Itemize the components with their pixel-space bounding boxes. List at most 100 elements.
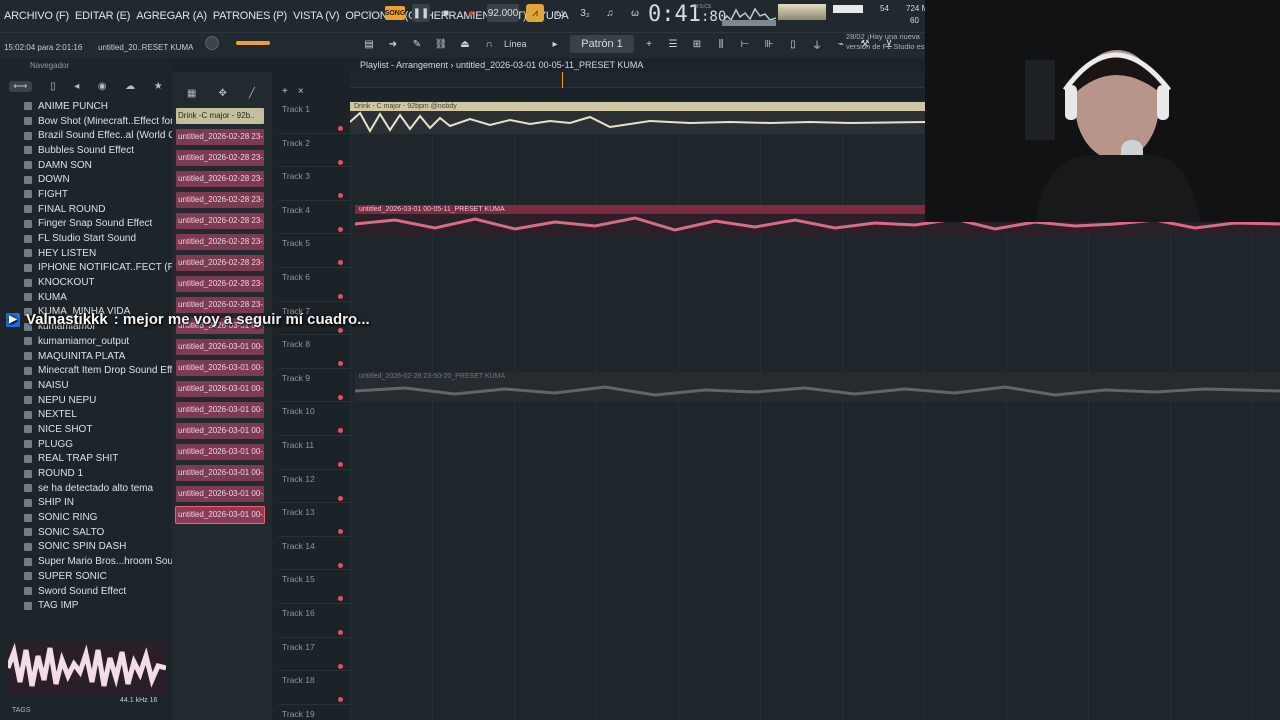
track-mute-led[interactable]	[338, 529, 343, 535]
metronome-icon[interactable]: ⩘	[526, 4, 544, 22]
pattern-item[interactable]: untitled_2026-02-28 23-..	[176, 231, 266, 252]
browser-item[interactable]: DAMN SON	[0, 158, 172, 173]
close-icon[interactable]: ×	[298, 86, 304, 97]
track-mute-led[interactable]	[338, 193, 343, 199]
pattern-item[interactable]: untitled_2026-03-01 00-..	[176, 357, 266, 378]
record-icon[interactable]: ●	[462, 4, 480, 22]
browser-item[interactable]: KUMA	[0, 290, 172, 305]
pattern-item[interactable]: untitled_2026-03-01 00-..	[176, 441, 266, 462]
picker-grid-icon[interactable]: ▦	[187, 88, 196, 99]
add-pattern-icon[interactable]: +	[640, 35, 658, 53]
menu-patterns[interactable]: PATRONES (P)	[213, 10, 287, 22]
star-icon[interactable]: ★	[154, 81, 163, 92]
track-header[interactable]: Track 16	[278, 604, 350, 638]
song-mode-button[interactable]: SONG	[385, 6, 405, 20]
news-panel[interactable]: 28/02 ¡Hay una nueva versión de FL Studi…	[846, 32, 926, 52]
menu-file[interactable]: ARCHIVO (F)	[4, 10, 69, 22]
track-mute-led[interactable]	[338, 629, 343, 635]
browser-item[interactable]: KNOCKOUT	[0, 275, 172, 290]
loop-record-icon[interactable]: ω	[626, 4, 644, 22]
picker-move-icon[interactable]: ✥	[219, 88, 227, 99]
snap-label[interactable]: Línea	[504, 39, 540, 49]
pattern-item[interactable]: untitled_2026-02-28 23-..	[176, 189, 266, 210]
track-mute-led[interactable]	[338, 327, 343, 333]
stamp-icon[interactable]: ⏏	[456, 35, 474, 53]
track-header[interactable]: Track 8	[278, 335, 350, 369]
browser-item[interactable]: Bow Shot (Minecraft..Effect for editing	[0, 114, 172, 129]
browser-item[interactable]: Sword Sound Effect	[0, 584, 172, 599]
browser-item[interactable]: FINAL ROUND	[0, 202, 172, 217]
back-icon[interactable]: ◂	[74, 81, 79, 92]
track-mute-led[interactable]	[338, 226, 343, 232]
pattern-item[interactable]: untitled_2026-03-01 00-..	[176, 483, 266, 504]
browser-item[interactable]: NICE SHOT	[0, 422, 172, 437]
track-header[interactable]: Track 13	[278, 503, 350, 537]
browser-item[interactable]: PLUGG	[0, 437, 172, 452]
browser-item[interactable]: ANIME PUNCH	[0, 99, 172, 114]
track-mute-led[interactable]	[338, 159, 343, 165]
browser-item[interactable]: HEY LISTEN	[0, 246, 172, 261]
audio-clip-drink[interactable]: Drink - C major - 92bpm @nobdy	[350, 102, 925, 134]
track-header[interactable]: Track 18	[278, 671, 350, 705]
pattern-song-toggle-icon[interactable]: ◌	[360, 4, 378, 22]
browser-tree-icon[interactable]: ⊢	[736, 35, 754, 53]
browser-item[interactable]: FL Studio Start Sound	[0, 231, 172, 246]
master-volume-knob[interactable]	[205, 36, 219, 50]
menu-add[interactable]: AGREGAR (A)	[136, 10, 207, 22]
track-mute-led[interactable]	[338, 596, 343, 602]
browser-item[interactable]: kumamiamor_output	[0, 334, 172, 349]
menu-edit[interactable]: EDITAR (E)	[75, 10, 130, 22]
track-mute-led[interactable]	[338, 361, 343, 367]
browser-item[interactable]: FIGHT	[0, 187, 172, 202]
track-mute-led[interactable]	[338, 495, 343, 501]
browser-item[interactable]: ROUND 1	[0, 466, 172, 481]
pattern-item[interactable]: Drink -C major - 92b..	[176, 105, 266, 126]
playlist-icon[interactable]: ☰	[664, 35, 682, 53]
track-header[interactable]: Track 5	[278, 234, 350, 268]
plug-icon[interactable]: ⏚	[808, 35, 826, 53]
browser-item[interactable]: SONIC SALTO	[0, 525, 172, 540]
cloud-icon[interactable]: ☁	[125, 81, 135, 92]
track-mute-led[interactable]	[338, 461, 343, 467]
channel-rack-icon[interactable]: ⊞	[688, 35, 706, 53]
tempo-display[interactable]: 92.000	[487, 4, 519, 22]
wait-input-icon[interactable]: ω	[551, 4, 569, 22]
browser-item[interactable]: NEXTEL	[0, 407, 172, 422]
folder-icon[interactable]: ▯	[50, 81, 56, 92]
pattern-item[interactable]: untitled_2026-02-28 23-..	[176, 273, 266, 294]
play-pattern-icon[interactable]: ▸	[546, 35, 564, 53]
playhead-marker[interactable]	[562, 72, 563, 88]
browser-item[interactable]: Finger Snap Sound Effect	[0, 217, 172, 232]
pattern-item[interactable]: untitled_2026-02-28 23-..	[176, 147, 266, 168]
browser-item[interactable]: NAISU	[0, 378, 172, 393]
track-header[interactable]: Track 3	[278, 167, 350, 201]
master-pitch-slider[interactable]	[236, 41, 270, 45]
track-header[interactable]: Track 2	[278, 134, 350, 168]
browser-item[interactable]: SONIC SPIN DASH	[0, 540, 172, 555]
browser-item[interactable]: Minecraft Item Drop Sound Effect!	[0, 363, 172, 378]
track-mute-led[interactable]	[338, 293, 343, 299]
menu-view[interactable]: VISTA (V)	[293, 10, 339, 22]
track-header[interactable]: Track 11	[278, 436, 350, 470]
browser-item[interactable]: DOWN	[0, 172, 172, 187]
plugin-icon[interactable]: ⊪	[760, 35, 778, 53]
track-header[interactable]: Track 10	[278, 402, 350, 436]
browser-item[interactable]: IPHONE NOTIFICAT..FECT (PINGDING)	[0, 261, 172, 276]
browser-item[interactable]: NEPU NEPU	[0, 393, 172, 408]
browser-item[interactable]: Super Mario Bros...hroom Sound Effect	[0, 554, 172, 569]
track-mute-led[interactable]	[338, 562, 343, 568]
track-header[interactable]: Track 19	[278, 705, 350, 720]
pencil-icon[interactable]: ✎	[408, 35, 426, 53]
pattern-item[interactable]: untitled_2026-03-01 00-..	[176, 399, 266, 420]
sample-preview[interactable]	[8, 642, 166, 694]
track-header[interactable]: Track 9	[278, 369, 350, 403]
browser-item[interactable]: SHIP IN	[0, 496, 172, 511]
browser-item[interactable]: SUPER SONIC	[0, 569, 172, 584]
track-header[interactable]: Track 15	[278, 570, 350, 604]
mixer-icon[interactable]: ⫼	[712, 35, 730, 53]
browser-item[interactable]: Brazil Sound Effec..al (World Cup 2002)	[0, 128, 172, 143]
browser-item[interactable]: Bubbles Sound Effect	[0, 143, 172, 158]
browser-item[interactable]: se ha detectado alto tema	[0, 481, 172, 496]
pattern-item[interactable]: untitled_2026-02-28 23-..	[176, 210, 266, 231]
arrow-right-icon[interactable]: ➜	[384, 35, 402, 53]
